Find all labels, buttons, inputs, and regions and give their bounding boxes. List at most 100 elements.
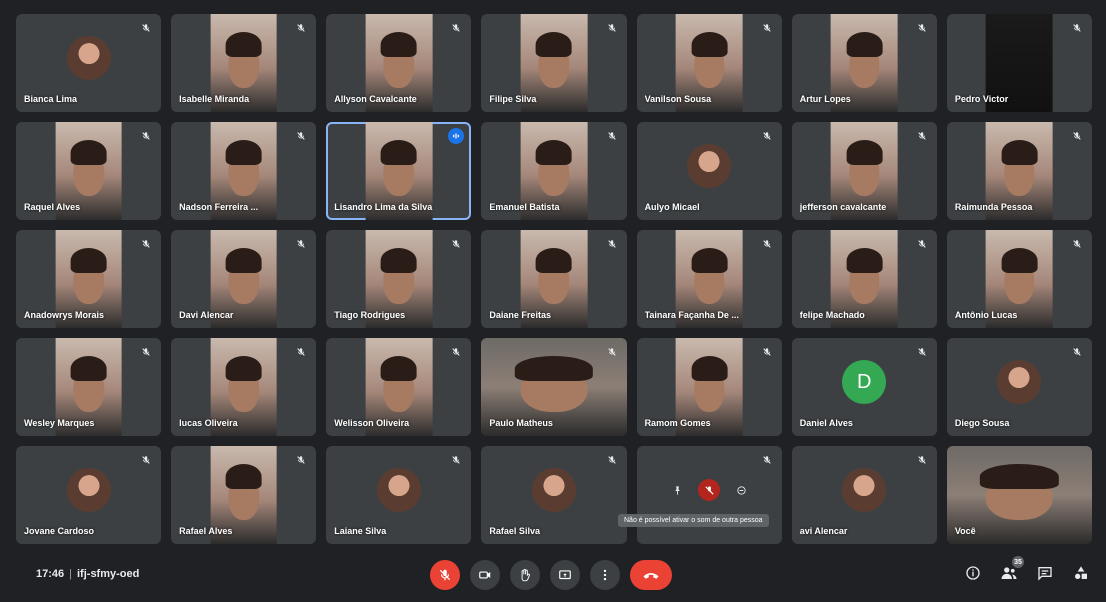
present-screen-button[interactable] — [550, 560, 580, 590]
more-options-button[interactable] — [590, 560, 620, 590]
video-hair — [535, 139, 572, 166]
tile-hover-controls — [666, 479, 753, 502]
participant-tile[interactable]: Isabelle Miranda — [171, 14, 317, 112]
camera-toggle-button[interactable] — [470, 560, 500, 590]
video-hair — [846, 247, 883, 274]
participant-name: Anadowrys Morais — [24, 310, 105, 320]
participant-name: Antônio Lucas — [954, 310, 1018, 320]
participant-tile[interactable]: Wesley Marques — [16, 338, 162, 436]
meeting-details-button[interactable] — [962, 562, 984, 584]
mic-off-icon — [604, 344, 620, 360]
participant-tile[interactable]: Emanuel Batista — [481, 122, 627, 220]
participant-tile[interactable]: felipe Machado — [791, 230, 937, 328]
video-hair — [1001, 247, 1038, 274]
mic-off-icon — [138, 452, 154, 468]
participant-tile[interactable]: lucas Oliveira — [171, 338, 317, 436]
mic-off-icon — [914, 20, 930, 36]
participant-name: Welisson Oliveira — [334, 418, 410, 428]
participant-tile[interactable]: Antônio Lucas — [946, 230, 1092, 328]
video-hair — [514, 355, 594, 382]
leave-call-button[interactable] — [630, 560, 672, 590]
mute-participant-button[interactable] — [698, 479, 721, 502]
video-hair — [535, 247, 572, 274]
video-hair — [980, 463, 1059, 490]
mic-off-icon — [439, 569, 451, 581]
participant-tile[interactable]: Lisandro Lima da Silva — [326, 122, 472, 220]
mic-off-icon — [914, 128, 930, 144]
participant-tile[interactable]: Diego Sousa — [946, 338, 1092, 436]
activities-icon — [1075, 566, 1087, 579]
video-hair — [846, 139, 883, 166]
participant-avatar — [66, 36, 111, 81]
self-view-tile[interactable]: Você — [946, 446, 1092, 544]
participant-name: Tainara Façanha De ... — [644, 310, 739, 320]
activities-button[interactable] — [1070, 562, 1092, 584]
video-hair — [225, 247, 262, 274]
chat-button[interactable] — [1034, 562, 1056, 584]
participant-tile[interactable]: Davi Alencar — [171, 230, 317, 328]
participant-tile[interactable]: Jovane Cardoso — [16, 446, 162, 544]
participant-tile[interactable]: Allyson Cavalcante — [326, 14, 472, 112]
participant-name: Raquel Alves — [24, 202, 81, 212]
chat-icon — [1038, 567, 1052, 581]
participant-tile[interactable]: Aulyo Micael — [636, 122, 782, 220]
mic-off-icon — [914, 344, 930, 360]
more-vert-icon — [603, 569, 607, 581]
participant-tile[interactable]: Tiago Rodrigues — [326, 230, 472, 328]
participant-tile[interactable]: avi Alencar — [791, 446, 937, 544]
participant-name: Isabelle Miranda — [179, 94, 250, 104]
tooltip: Não é possível ativar o som de outra pes… — [618, 514, 769, 527]
participant-tile[interactable]: Raquel Alves — [16, 122, 162, 220]
mic-off-icon — [293, 452, 309, 468]
video-hair — [380, 247, 417, 274]
mic-toggle-button[interactable] — [430, 560, 460, 590]
hand-icon — [521, 568, 530, 582]
participant-tile[interactable]: Nadson Ferreira ... — [171, 122, 317, 220]
participant-tile[interactable]: Bianca Lima — [16, 14, 162, 112]
participant-tile[interactable]: Ramom Gomes — [636, 338, 782, 436]
participant-tile[interactable]: Artur Lopes — [791, 14, 937, 112]
participant-tile[interactable]: Welisson Oliveira — [326, 338, 472, 436]
participant-name: Laiane Silva — [334, 526, 387, 536]
participant-tile[interactable]: Pedro Victor — [946, 14, 1092, 112]
participant-tile[interactable] — [636, 446, 782, 544]
mic-off-icon — [705, 486, 714, 495]
participant-tile[interactable]: Laiane Silva — [326, 446, 472, 544]
participant-name: Daniel Alves — [799, 418, 853, 428]
raise-hand-button[interactable] — [510, 560, 540, 590]
participant-tile[interactable]: Tainara Façanha De ... — [636, 230, 782, 328]
remove-participant-button[interactable] — [730, 479, 753, 502]
participant-tile[interactable]: jefferson cavalcante — [791, 122, 937, 220]
meeting-info: 17:46 | ifj-sfmy-oed — [36, 568, 139, 580]
mic-off-icon — [759, 344, 775, 360]
video-hair — [535, 31, 572, 58]
pin-button[interactable] — [666, 479, 689, 502]
participant-tile[interactable]: Rafael Silva — [481, 446, 627, 544]
video-hair — [225, 139, 262, 166]
participant-name: Raimunda Pessoa — [954, 202, 1033, 212]
participant-tile[interactable]: Rafael Alves — [171, 446, 317, 544]
mic-off-icon — [1069, 344, 1085, 360]
participant-avatar — [66, 468, 111, 513]
present-icon — [559, 570, 571, 580]
mic-off-icon — [759, 452, 775, 468]
video-hair — [691, 31, 728, 58]
people-button[interactable]: 35 — [998, 556, 1024, 584]
video-hair — [225, 355, 262, 382]
mic-off-icon — [604, 452, 620, 468]
participant-avatar — [842, 468, 887, 513]
participant-tile[interactable]: Anadowrys Morais — [16, 230, 162, 328]
mic-off-icon — [138, 20, 154, 36]
participant-tile[interactable]: Filipe Silva — [481, 14, 627, 112]
participant-tile[interactable]: Raimunda Pessoa — [946, 122, 1092, 220]
participant-name: Daiane Freitas — [489, 310, 551, 320]
participant-name: Aulyo Micael — [644, 202, 700, 212]
participant-tile[interactable]: D Daniel Alves — [791, 338, 937, 436]
participant-tile[interactable]: Daiane Freitas — [481, 230, 627, 328]
participant-tile[interactable]: Vanilson Sousa — [636, 14, 782, 112]
participant-tile[interactable]: Paulo Matheus — [481, 338, 627, 436]
pin-icon — [674, 486, 680, 495]
mic-off-icon — [1069, 236, 1085, 252]
participant-name: Tiago Rodrigues — [334, 310, 406, 320]
mic-off-icon — [914, 452, 930, 468]
